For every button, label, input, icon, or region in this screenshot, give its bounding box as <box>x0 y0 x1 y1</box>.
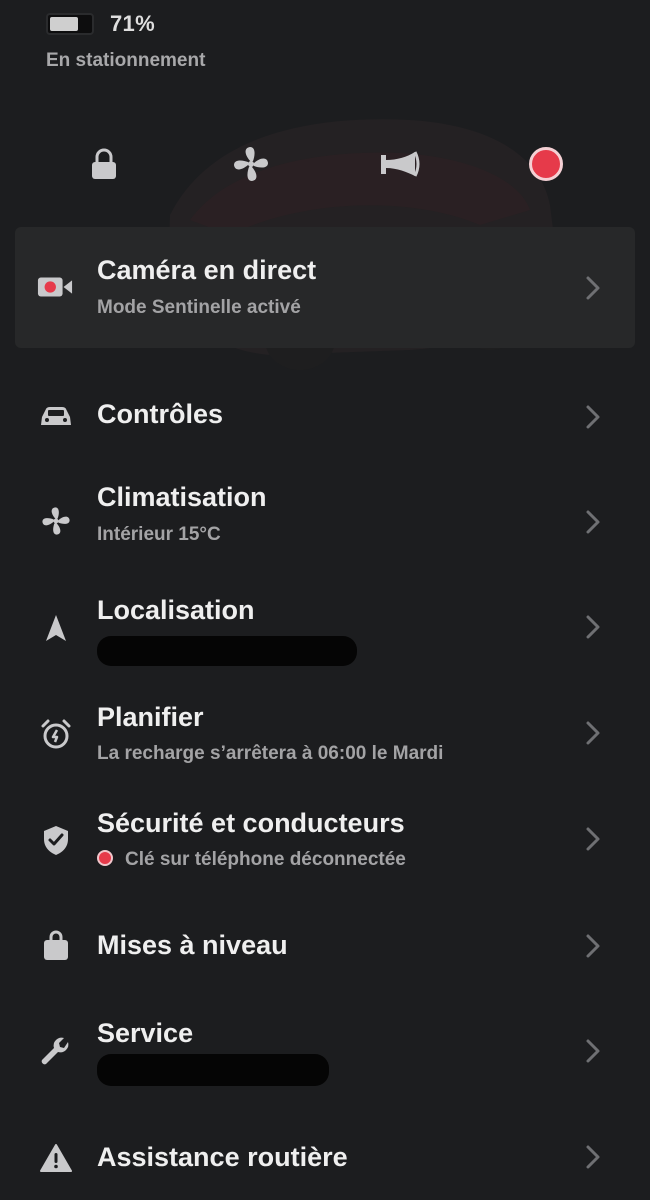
fan-button[interactable] <box>227 140 275 188</box>
lock-button[interactable] <box>80 140 128 188</box>
menu-item-location[interactable]: Localisation <box>0 592 650 682</box>
record-icon <box>529 147 563 181</box>
controls-title: Contrôles <box>97 399 224 429</box>
car-icon <box>38 399 74 435</box>
redacted-address <box>97 636 357 666</box>
battery-status: 71% <box>46 10 155 38</box>
chevron-right-icon <box>586 615 600 639</box>
battery-icon <box>46 13 94 35</box>
fan-icon <box>234 147 268 181</box>
menu-item-service[interactable]: Service <box>0 1014 650 1104</box>
lock-icon <box>92 148 116 179</box>
car-state-label: En stationnement <box>46 50 206 71</box>
chevron-right-icon <box>586 1145 600 1169</box>
status-red-dot-icon <box>97 850 113 866</box>
camera-record-icon <box>37 269 73 305</box>
climate-subtitle: Intérieur 15°C <box>97 524 221 545</box>
upgrades-title: Mises à niveau <box>97 930 288 960</box>
battery-level-fill <box>50 17 78 31</box>
menu-item-upgrades[interactable]: Mises à niveau <box>0 914 650 978</box>
security-title: Sécurité et conducteurs <box>97 808 405 838</box>
horn-icon <box>381 151 420 177</box>
menu-item-roadside[interactable]: Assistance routière <box>0 1126 650 1190</box>
chevron-right-icon <box>586 276 600 300</box>
menu-item-controls[interactable]: Contrôles <box>0 385 650 449</box>
menu-item-security[interactable]: Sécurité et conducteurs Clé sur téléphon… <box>0 804 650 894</box>
menu-item-climate[interactable]: Climatisation Intérieur 15°C <box>0 478 650 568</box>
chevron-right-icon <box>586 827 600 851</box>
chevron-right-icon <box>586 405 600 429</box>
quick-controls <box>0 140 650 188</box>
navigation-arrow-icon <box>38 610 74 646</box>
menu-item-schedule[interactable]: Planifier La recharge s’arrêtera à 06:00… <box>0 698 650 788</box>
sentry-record-button[interactable] <box>522 140 570 188</box>
alarm-clock-icon <box>38 716 74 752</box>
security-subtitle-text: Clé sur téléphone déconnectée <box>125 849 406 870</box>
chevron-right-icon <box>586 721 600 745</box>
location-title: Localisation <box>97 595 255 625</box>
roadside-title: Assistance routière <box>97 1142 348 1172</box>
battery-percentage: 71% <box>110 11 155 36</box>
service-title: Service <box>97 1018 194 1048</box>
schedule-subtitle: La recharge s’arrêtera à 06:00 le Mardi <box>97 743 444 764</box>
warning-triangle-icon <box>38 1140 74 1176</box>
chevron-right-icon <box>586 510 600 534</box>
live-camera-title: Caméra en direct <box>97 255 317 285</box>
redacted-service-info <box>97 1054 329 1086</box>
shopping-bag-icon <box>38 928 74 964</box>
horn-button[interactable] <box>375 140 423 188</box>
chevron-right-icon <box>586 934 600 958</box>
live-camera-card[interactable]: Caméra en direct Mode Sentinelle activé <box>15 227 635 348</box>
wrench-icon <box>38 1034 74 1070</box>
fan-icon <box>38 503 74 539</box>
shield-check-icon <box>38 822 74 858</box>
chevron-right-icon <box>586 1039 600 1063</box>
live-camera-subtitle: Mode Sentinelle activé <box>97 297 301 318</box>
schedule-title: Planifier <box>97 702 204 732</box>
climate-title: Climatisation <box>97 482 267 512</box>
security-subtitle: Clé sur téléphone déconnectée <box>97 849 406 871</box>
